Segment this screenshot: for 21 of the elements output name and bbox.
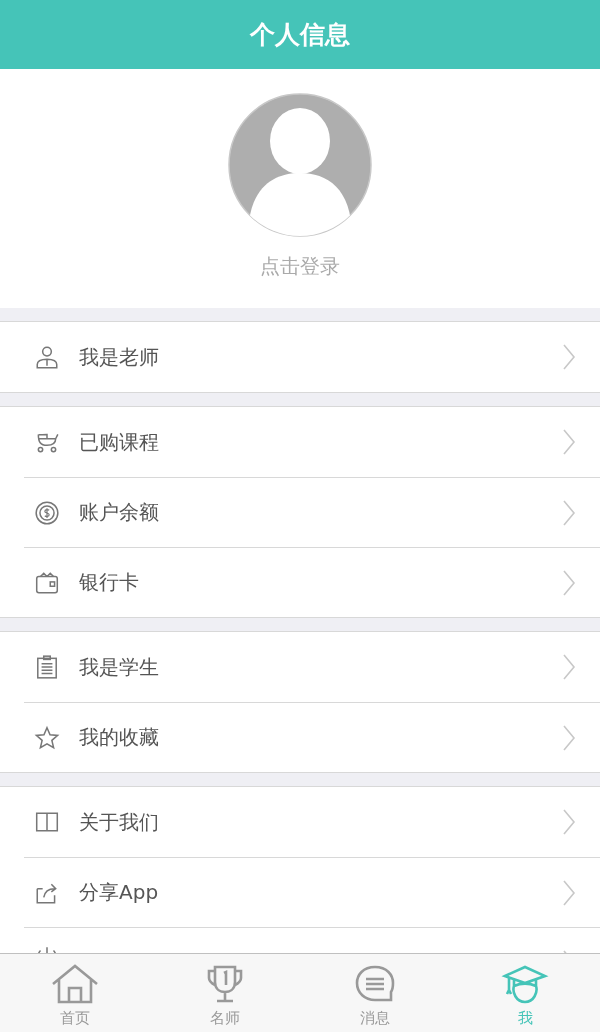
tab-label: 消息 <box>360 1009 390 1028</box>
menu-label: 我是学生 <box>79 653 160 681</box>
menu-label: 账户余额 <box>79 499 160 526</box>
menu-item[interactable]: 银行卡 <box>24 547 600 617</box>
menu-item[interactable]: 我是学生 <box>24 632 600 702</box>
menu-item[interactable]: 已购课程 <box>24 407 600 477</box>
menu-item[interactable]: 我是老师 <box>24 322 600 392</box>
tab-label: 名师 <box>210 1009 240 1028</box>
menu-label: 银行卡 <box>79 569 140 596</box>
tab-label: 首页 <box>60 1009 90 1028</box>
menu-label: 我的收藏 <box>79 724 160 751</box>
menu-label: 分享App <box>79 879 160 906</box>
menu-item[interactable]: 关于我们 <box>24 787 600 857</box>
menu-label: 已购课程 <box>79 428 160 456</box>
menu-item[interactable]: 我的收藏 <box>24 702 600 772</box>
menu-label: 关于我们 <box>79 808 160 836</box>
menu-item[interactable]: 账户余额 <box>24 477 600 547</box>
menu-item[interactable]: 分享App <box>24 857 600 927</box>
menu-label: 我是老师 <box>79 343 160 371</box>
page-title: 个人信息 <box>250 19 350 51</box>
tab-label: 我 <box>517 1009 533 1028</box>
